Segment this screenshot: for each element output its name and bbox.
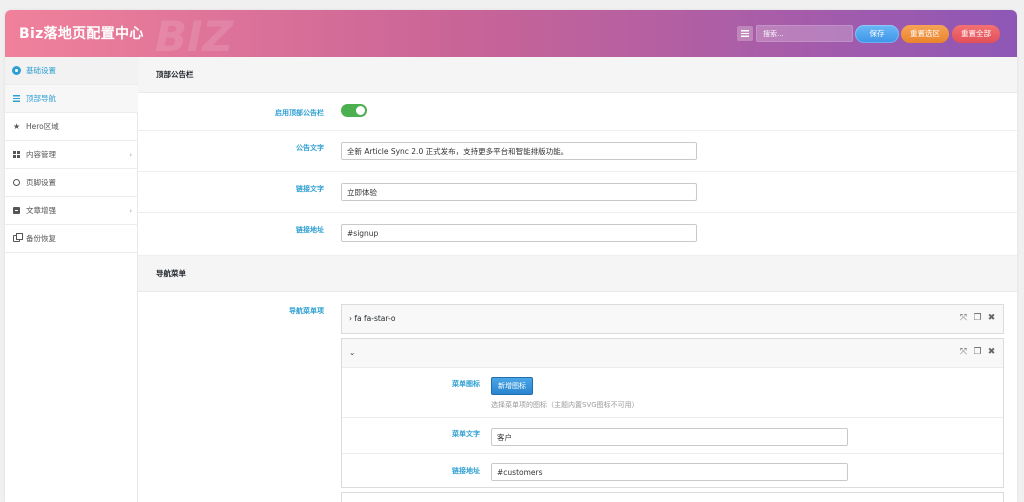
- star-icon: ★: [13, 122, 21, 131]
- field-announcement-text: 公告文字: [138, 131, 1017, 172]
- repeater-item-collapsed: › fa fa-star-o ⤧ ❐ ✖: [341, 304, 1004, 334]
- gear-icon: [13, 67, 20, 74]
- sort-icon[interactable]: ⤧: [959, 348, 968, 357]
- field-label: 导航菜单项: [289, 307, 324, 315]
- link-text-input[interactable]: [341, 183, 697, 201]
- field-label: 菜单文字: [452, 430, 480, 438]
- header-bar: BIZ Biz落地页配置中心 保存 重置选区 重置全部: [5, 10, 1017, 61]
- repeater-item-label: fa fa-star-o: [354, 314, 396, 323]
- sidebar-item-footer[interactable]: 页脚设置: [5, 169, 138, 197]
- field-label: 链接文字: [296, 185, 324, 193]
- sidebar-item-backup[interactable]: 备份恢复: [5, 225, 138, 253]
- sidebar-item-article[interactable]: 文章增强 ›: [5, 197, 138, 225]
- field-link-text: 链接文字: [138, 172, 1017, 213]
- menu-url-input[interactable]: [491, 463, 848, 481]
- field-label: 公告文字: [296, 144, 324, 152]
- repeater-item-expanded: ⌄ ⤧ ❐ ✖ 菜单图标 新增图标 选择菜单项的图标（主题内置SVG图标不可用）…: [341, 338, 1004, 488]
- app-title: Biz落地页配置中心: [19, 26, 144, 42]
- expand-all-button[interactable]: [737, 26, 753, 41]
- chevron-right-icon: ›: [129, 151, 132, 159]
- main-content: 顶部公告栏 启用顶部公告栏 公告文字 链接文字 链接地址 导航菜单 导航菜单项 …: [138, 57, 1017, 502]
- document-icon: [13, 207, 20, 214]
- subfield-menu-icon: 菜单图标 新增图标 选择菜单项的图标（主题内置SVG图标不可用）: [342, 367, 1003, 417]
- chevron-right-icon: ›: [129, 207, 132, 215]
- repeater-item-header[interactable]: › fa fa-star-o ⤧ ❐ ✖: [342, 305, 1003, 333]
- repeater-item-header[interactable]: ⌄ ⤧ ❐ ✖: [342, 339, 1003, 367]
- add-icon-button[interactable]: 新增图标: [491, 377, 533, 395]
- grid-icon: [13, 151, 20, 158]
- settings-window: BIZ Biz落地页配置中心 保存 重置选区 重置全部 基础设置 顶部导航 ★ …: [5, 10, 1017, 502]
- sort-icon[interactable]: ⤧: [959, 314, 968, 323]
- sidebar-item-label: 顶部导航: [26, 94, 56, 103]
- chevron-down-icon: ⌄: [349, 348, 356, 357]
- announcement-text-input[interactable]: [341, 142, 697, 160]
- header-watermark: BIZ: [155, 12, 234, 61]
- sidebar-item-top-nav[interactable]: 顶部导航: [5, 85, 138, 113]
- field-enable-announcement: 启用顶部公告栏: [138, 93, 1017, 131]
- repeater-item-tools: ⤧ ❐ ✖: [959, 314, 996, 323]
- repeater-item-next: [341, 492, 1004, 502]
- field-link-url: 链接地址: [138, 213, 1017, 256]
- files-icon: [13, 233, 23, 242]
- sidebar-item-label: 文章增强: [26, 206, 56, 215]
- menu-text-input[interactable]: [491, 428, 848, 446]
- link-url-input[interactable]: [341, 224, 697, 242]
- search-input[interactable]: [756, 25, 853, 42]
- reset-section-button[interactable]: 重置选区: [901, 25, 949, 43]
- chevron-right-icon: ›: [349, 314, 352, 323]
- subfield-menu-url: 链接地址: [342, 453, 1003, 489]
- sidebar-item-hero[interactable]: ★ Hero区域: [5, 113, 138, 141]
- section-title: 导航菜单: [138, 256, 1017, 292]
- list-icon: [741, 30, 749, 37]
- repeater-item-tools: ⤧ ❐ ✖: [959, 348, 996, 357]
- sidebar-item-basic-settings[interactable]: 基础设置: [5, 57, 138, 85]
- sidebar-item-content[interactable]: 内容管理 ›: [5, 141, 138, 169]
- field-nav-menu-items: 导航菜单项 › fa fa-star-o ⤧ ❐ ✖ ⌄ ⤧ ❐ ✖ 菜单图标 …: [138, 292, 1017, 502]
- subfield-menu-text: 菜单文字: [342, 417, 1003, 453]
- field-label: 菜单图标: [452, 380, 480, 388]
- sidebar-item-label: 基础设置: [26, 66, 56, 75]
- section-title: 顶部公告栏: [138, 57, 1017, 93]
- sidebar-item-label: 内容管理: [26, 150, 56, 159]
- copyright-icon: [13, 179, 20, 186]
- field-label: 启用顶部公告栏: [275, 109, 324, 117]
- save-button[interactable]: 保存: [855, 25, 899, 43]
- sidebar-item-label: Hero区域: [26, 122, 59, 131]
- sidebar: 基础设置 顶部导航 ★ Hero区域 内容管理 › 页脚设置 文章增强 › 备份…: [5, 57, 138, 502]
- remove-icon[interactable]: ✖: [987, 348, 996, 357]
- bars-icon: [13, 95, 20, 102]
- remove-icon[interactable]: ✖: [987, 314, 996, 323]
- clone-icon[interactable]: ❐: [973, 314, 982, 323]
- sidebar-item-label: 页脚设置: [26, 178, 56, 187]
- field-hint: 选择菜单项的图标（主题内置SVG图标不可用）: [491, 401, 639, 409]
- announcement-toggle[interactable]: [341, 104, 367, 117]
- reset-all-button[interactable]: 重置全部: [952, 25, 1000, 43]
- clone-icon[interactable]: ❐: [973, 348, 982, 357]
- sidebar-item-label: 备份恢复: [26, 234, 56, 243]
- field-label: 链接地址: [296, 226, 324, 234]
- field-label: 链接地址: [452, 467, 480, 475]
- repeater-item-title: › fa fa-star-o: [349, 314, 395, 323]
